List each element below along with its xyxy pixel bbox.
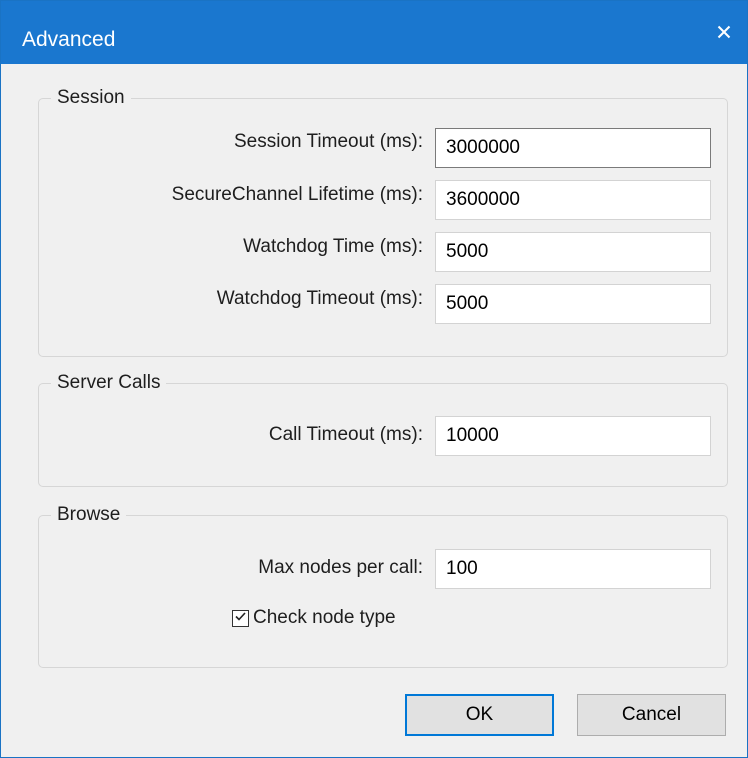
call-timeout-label: Call Timeout (ms): (268, 424, 423, 445)
checkbox-box[interactable] (232, 607, 249, 629)
call-timeout-input[interactable] (435, 416, 711, 456)
secure-channel-lifetime-label: SecureChannel Lifetime (ms): (171, 184, 423, 205)
watchdog-time-label: Watchdog Time (ms): (243, 236, 423, 257)
advanced-dialog: Advanced Session Session Timeout (ms): S… (0, 0, 748, 758)
title-bar: Advanced (1, 1, 747, 64)
max-nodes-label: Max nodes per call: (258, 557, 423, 578)
check-node-type-checkbox[interactable]: Check node type (232, 607, 396, 629)
session-timeout-label: Session Timeout (ms): (234, 131, 423, 152)
cancel-button[interactable]: Cancel (577, 694, 726, 736)
close-button[interactable] (701, 11, 747, 57)
watchdog-time-input[interactable] (435, 232, 711, 272)
window-title: Advanced (22, 28, 116, 51)
watchdog-timeout-input[interactable] (435, 284, 711, 324)
server-calls-group-legend: Server Calls (51, 371, 167, 395)
close-icon (717, 25, 731, 44)
check-node-type-label: Check node type (253, 607, 396, 628)
max-nodes-input[interactable] (435, 549, 711, 589)
watchdog-timeout-label: Watchdog Timeout (ms): (216, 288, 423, 309)
checkmark-icon (234, 607, 247, 629)
session-group-legend: Session (51, 86, 131, 110)
secure-channel-lifetime-input[interactable] (435, 180, 711, 220)
browse-group-legend: Browse (51, 503, 127, 527)
browse-group: Browse (38, 503, 728, 668)
session-timeout-input[interactable] (435, 128, 711, 168)
ok-button[interactable]: OK (405, 694, 554, 736)
